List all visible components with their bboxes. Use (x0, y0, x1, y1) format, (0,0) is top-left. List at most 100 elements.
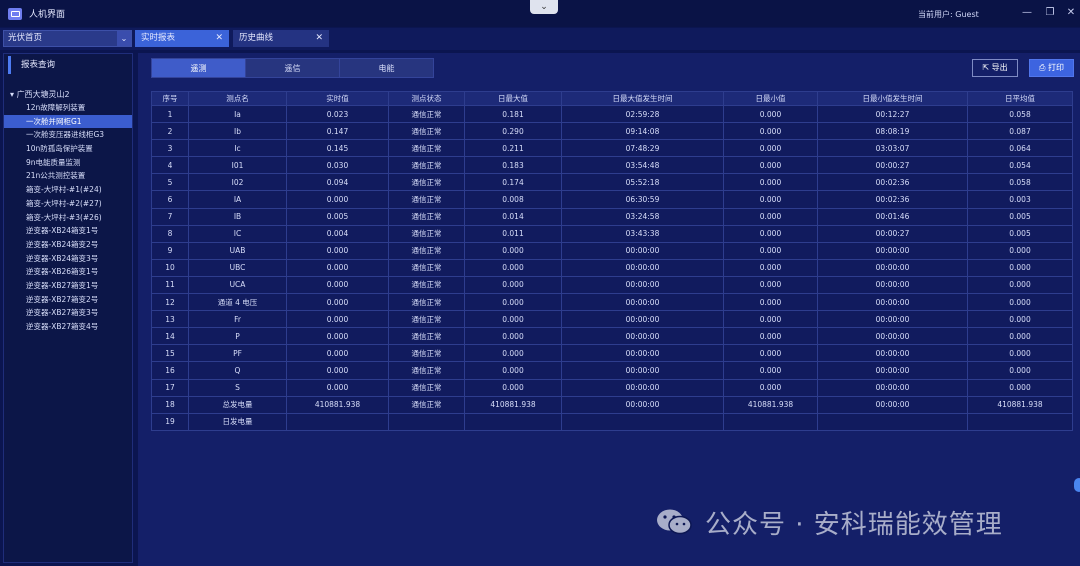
sidebar-item[interactable]: 9n电能质量监测 (4, 156, 132, 170)
table-row[interactable]: 3 Ic 0.145 通信正常 0.211 07:48:29 0.000 03:03:07 0.… (151, 139, 1073, 158)
table-cell: 通道 4 电压 (188, 293, 287, 312)
side-handle[interactable] (1074, 478, 1080, 492)
table-cell: 0.000 (967, 361, 1073, 380)
table-cell: 0.003 (967, 190, 1073, 209)
table-row[interactable]: 14 P 0.000 通信正常 0.000 00:00:00 0.000 00:00:00 0.… (151, 327, 1073, 346)
table-cell: 0.000 (723, 275, 818, 295)
table-row[interactable]: 8 IC 0.004 通信正常 0.011 03:43:38 0.000 00:00:27 0.… (151, 224, 1073, 243)
collapse-handle[interactable]: ⌄ (530, 0, 558, 14)
sidebar-item[interactable]: 12n故障解列装置 (4, 101, 132, 115)
table-cell: 通信正常 (388, 241, 465, 260)
sidebar-item[interactable]: 逆变器-XB27箱变2号 (4, 293, 132, 307)
sidebar-item[interactable]: 一次舱并网柜G1 (4, 114, 132, 129)
sidebar-item[interactable]: 一次舱变压器进线柜G3 (4, 128, 132, 142)
column-header[interactable]: 日平均值 (967, 91, 1073, 106)
table-row[interactable]: 9 UAB 0.000 通信正常 0.000 00:00:00 0.000 00:00:00 0… (151, 241, 1073, 260)
table-row[interactable]: 2 Ib 0.147 通信正常 0.290 09:14:08 0.000 08:08:19 0.… (151, 122, 1073, 141)
minimize-icon[interactable]: — (1020, 7, 1034, 18)
table-cell: Q (188, 361, 287, 380)
tab-history-curve[interactable]: 历史曲线 ✕ (233, 30, 329, 47)
table-row[interactable]: 5 I02 0.094 通信正常 0.174 05:52:18 0.000 00:02:36 0… (151, 173, 1073, 192)
table-cell: 0.000 (723, 173, 818, 192)
close-icon[interactable]: ✕ (215, 30, 223, 47)
table-cell: 0.000 (286, 327, 389, 346)
column-header[interactable]: 测点名 (188, 91, 287, 106)
table-row[interactable]: 13 Fr 0.000 通信正常 0.000 00:00:00 0.000 00:00:00 0… (151, 310, 1073, 329)
table-cell: 0.005 (967, 224, 1073, 243)
export-button[interactable]: ⇱ 导出 (972, 59, 1018, 77)
close-icon[interactable]: ✕ (1064, 7, 1078, 18)
table-cell: 通信正常 (388, 104, 465, 124)
table-cell: 0.000 (967, 293, 1073, 312)
sidebar-item[interactable]: 逆变器-XB24箱变1号 (4, 224, 132, 238)
current-user-label: 当前用户: (918, 10, 953, 19)
table-cell: 0.087 (967, 122, 1073, 141)
table-cell: 0.000 (723, 104, 818, 124)
table-row[interactable]: 15 PF 0.000 通信正常 0.000 00:00:00 0.000 00:00:00 0… (151, 344, 1073, 363)
table-cell (723, 412, 818, 431)
sidebar-item[interactable]: 逆变器-XB27箱变1号 (4, 279, 132, 293)
print-button[interactable]: ⎙ 打印 (1029, 59, 1074, 77)
sidebar-item[interactable]: 逆变器-XB27箱变4号 (4, 320, 132, 334)
table-cell: 16 (151, 361, 189, 380)
table-row[interactable]: 19 日发电量 (151, 412, 1073, 431)
table-cell: UAB (188, 241, 287, 260)
tree-root[interactable]: ▾ 广西大塘灵山2 (4, 88, 132, 101)
sidebar-item[interactable]: 10n防孤岛保护装置 (4, 142, 132, 156)
table-cell: 0.014 (464, 207, 562, 226)
column-header[interactable]: 序号 (151, 91, 189, 106)
table-row[interactable]: 4 I01 0.030 通信正常 0.183 03:54:48 0.000 00:00:27 0… (151, 156, 1073, 175)
table-cell: 03:43:38 (561, 224, 724, 243)
restore-icon[interactable]: ❐ (1043, 7, 1057, 18)
segment-telesignal[interactable]: 遥信 (245, 58, 340, 78)
table-row[interactable]: 12 通道 4 电压 0.000 通信正常 0.000 00:00:00 0.000 00:0… (151, 293, 1073, 312)
column-header[interactable]: 日最大值发生时间 (561, 91, 724, 106)
table-cell: 00:00:00 (817, 241, 968, 260)
tab-realtime-report[interactable]: 实时报表 ✕ (135, 30, 229, 47)
sidebar-item[interactable]: 逆变器-XB26箱变1号 (4, 265, 132, 279)
column-header[interactable]: 测点状态 (388, 91, 465, 106)
close-icon[interactable]: ✕ (315, 30, 323, 47)
table-row[interactable]: 1 Ia 0.023 通信正常 0.181 02:59:28 0.000 00:12:27 0.… (151, 104, 1073, 124)
table-row[interactable]: 6 IA 0.000 通信正常 0.008 06:30:59 0.000 00:02:36 0.… (151, 190, 1073, 209)
table-row[interactable]: 10 UBC 0.000 通信正常 0.000 00:00:00 0.000 00:00:00… (151, 258, 1073, 277)
sidebar-item[interactable]: 箱变-大坪村-#3(#26) (4, 211, 132, 225)
site-select[interactable]: 光伏首页 ⌄ (3, 30, 132, 47)
table-cell: 00:00:00 (561, 293, 724, 312)
sidebar-item[interactable]: 逆变器-XB24箱变2号 (4, 238, 132, 252)
sidebar-item[interactable]: 逆变器-XB27箱变3号 (4, 306, 132, 320)
table-cell: 07:48:29 (561, 139, 724, 158)
table-row[interactable]: 11 UCA 0.000 通信正常 0.000 00:00:00 0.000 00:00:00… (151, 275, 1073, 295)
sidebar: 报表查询 ▾ 广西大塘灵山2 12n故障解列装置 一次舱并网柜G1 一次舱变压器进线… (3, 53, 133, 563)
table-cell: 3 (151, 139, 189, 158)
segment-telemetry[interactable]: 遥测 (151, 58, 246, 78)
sidebar-item[interactable]: 箱变-大坪村-#1(#24) (4, 183, 132, 197)
tab-row: 光伏首页 ⌄ 实时报表 ✕ 历史曲线 ✕ (0, 28, 1080, 50)
table-cell: 00:02:36 (817, 190, 968, 209)
table-row[interactable]: 7 IB 0.005 通信正常 0.014 03:24:58 0.000 00:01:46 0.… (151, 207, 1073, 226)
column-header[interactable]: 日最大值 (464, 91, 562, 106)
tab-label: 历史曲线 (239, 33, 274, 43)
table-row[interactable]: 16 Q 0.000 通信正常 0.000 00:00:00 0.000 00:00:00 0.… (151, 361, 1073, 380)
table-cell: 03:03:07 (817, 139, 968, 158)
table-cell: 通信正常 (388, 156, 465, 175)
table-cell: 0.064 (967, 139, 1073, 158)
sidebar-item[interactable]: 21n公共测控装置 (4, 169, 132, 183)
column-header[interactable]: 日最小值 (723, 91, 818, 106)
table-cell: 0.000 (723, 310, 818, 329)
table-cell: 0.000 (967, 378, 1073, 397)
sidebar-item[interactable]: 箱变-大坪村-#2(#27) (4, 197, 132, 211)
column-header[interactable]: 实时值 (286, 91, 389, 106)
current-user-name: Guest (955, 10, 979, 19)
tree-root-label: 广西大塘灵山2 (16, 90, 70, 99)
table-row[interactable]: 18 总发电量 410881.938 通信正常 410881.938 00:00:00 41… (151, 395, 1073, 414)
segment-energy[interactable]: 电能 (339, 58, 434, 78)
printer-icon: ⎙ (1039, 63, 1046, 72)
tree-items: 12n故障解列装置 一次舱并网柜G1 一次舱变压器进线柜G3 10n防孤岛保护装置 9n… (4, 101, 132, 334)
table-cell: 0.000 (723, 378, 818, 397)
table-cell: 0.000 (286, 361, 389, 380)
table-row[interactable]: 17 S 0.000 通信正常 0.000 00:00:00 0.000 00:00:00 0.… (151, 378, 1073, 397)
column-header[interactable]: 日最小值发生时间 (817, 91, 968, 106)
sidebar-item[interactable]: 逆变器-XB24箱变3号 (4, 252, 132, 266)
table-cell: 1 (151, 104, 189, 124)
